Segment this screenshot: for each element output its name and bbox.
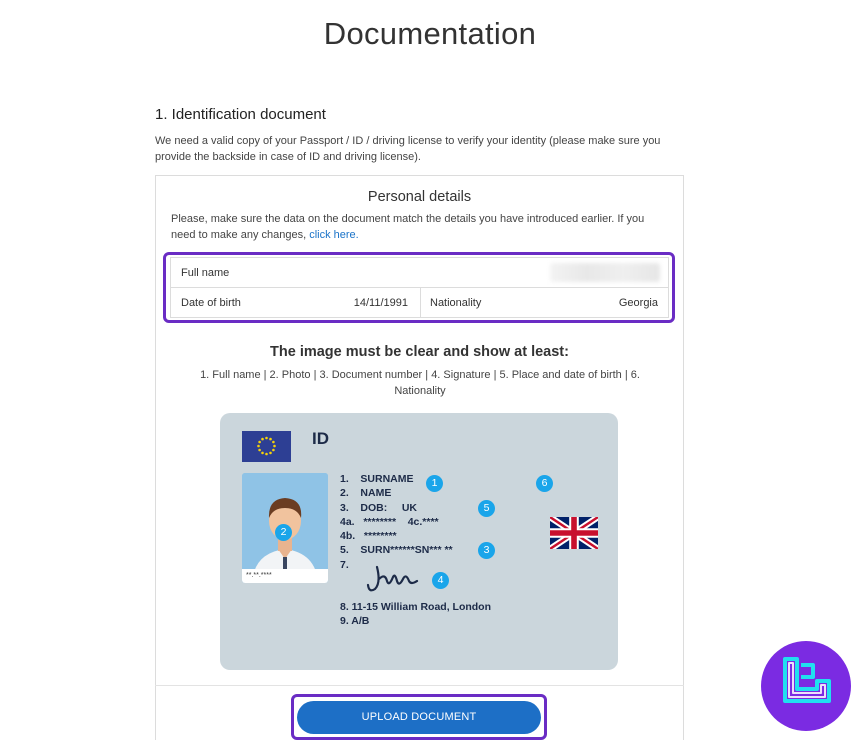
personal-details-description: Please, make sure the data on the docume… xyxy=(171,211,671,243)
id-field-4b: 4b. ******** xyxy=(340,530,397,543)
marker-6: 6 xyxy=(536,475,553,492)
id-card-address-fields: 8. 11-15 William Road, London 9. A/B xyxy=(340,600,491,629)
id-field-4a: 4a. ******** 4c.**** xyxy=(340,515,439,528)
brand-logo-icon xyxy=(761,641,851,731)
marker-5: 5 xyxy=(478,500,495,517)
nationality-value: Georgia xyxy=(618,297,658,309)
signature-icon xyxy=(366,565,419,592)
nationality-label: Nationality xyxy=(430,297,482,309)
panel-divider xyxy=(155,685,684,686)
upload-document-button[interactable]: UPLOAD DOCUMENT xyxy=(297,701,541,734)
personal-details-table: Full name Date of birth 14/11/1991 Natio… xyxy=(170,257,669,318)
eu-flag-icon xyxy=(242,431,291,462)
section-title: 1. Identification document xyxy=(155,106,326,123)
id-field-5: 5. SURN******SN*** ** xyxy=(340,544,453,557)
full-name-value-redacted xyxy=(550,263,660,282)
id-card-example: ID **.**.**** 1. SURNAME 2. NAME 3. DOB:… xyxy=(220,413,618,670)
column-divider xyxy=(420,288,421,318)
personal-details-title: Personal details xyxy=(367,189,472,205)
marker-2: 2 xyxy=(275,524,292,541)
personal-details-text: Please, make sure the data on the docume… xyxy=(171,213,645,241)
marker-1: 1 xyxy=(426,475,443,492)
marker-4: 4 xyxy=(432,572,449,589)
id-card-label: ID xyxy=(312,429,329,448)
id-field-9: 9. A/B xyxy=(340,615,370,628)
requirements-title: The image must be clear and show at leas… xyxy=(270,344,569,360)
requirements-text: 1. Full name | 2. Photo | 3. Document nu… xyxy=(200,369,640,397)
full-name-label: Full name xyxy=(181,267,230,279)
photo-strip-text: **.**.**** xyxy=(242,569,328,583)
dob-value: 14/11/1991 xyxy=(353,297,408,309)
edit-details-link[interactable]: click here. xyxy=(309,229,359,241)
full-name-row: Full name xyxy=(171,258,668,288)
marker-3: 3 xyxy=(478,542,495,559)
uk-flag-icon xyxy=(548,514,600,552)
id-field-3: 3. DOB: UK xyxy=(340,501,418,514)
section-description: We need a valid copy of your Passport / … xyxy=(155,135,661,163)
page-title: Documentation xyxy=(323,16,537,51)
dob-label: Date of birth xyxy=(181,297,241,309)
id-field-8: 8. 11-15 William Road, London xyxy=(340,601,492,613)
